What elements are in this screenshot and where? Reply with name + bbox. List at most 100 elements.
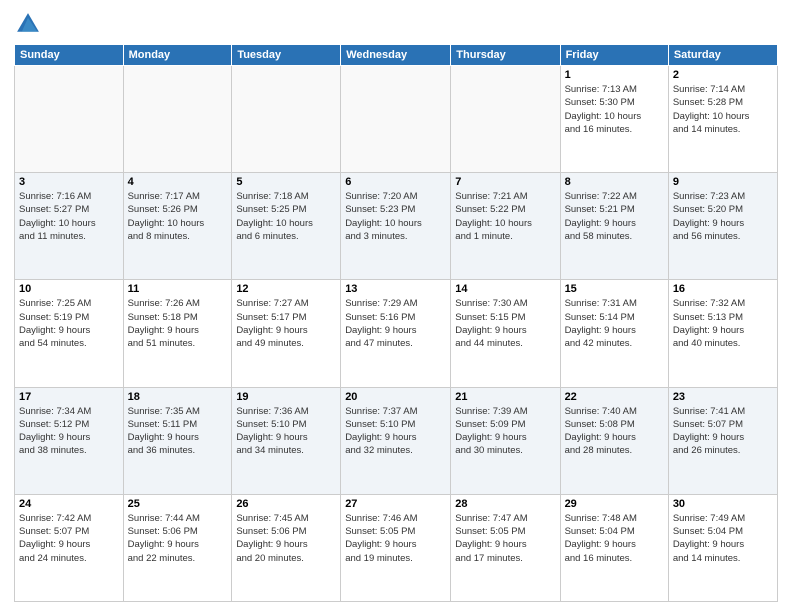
weekday-header: Friday (560, 45, 668, 66)
day-number: 11 (128, 283, 228, 295)
day-number: 24 (19, 498, 119, 510)
day-number: 17 (19, 391, 119, 403)
day-info: Sunrise: 7:45 AM Sunset: 5:06 PM Dayligh… (236, 512, 336, 565)
day-number: 20 (345, 391, 446, 403)
day-number: 22 (565, 391, 664, 403)
day-number: 18 (128, 391, 228, 403)
day-info: Sunrise: 7:31 AM Sunset: 5:14 PM Dayligh… (565, 297, 664, 350)
calendar-cell: 29Sunrise: 7:48 AM Sunset: 5:04 PM Dayli… (560, 494, 668, 601)
day-info: Sunrise: 7:14 AM Sunset: 5:28 PM Dayligh… (673, 83, 773, 136)
day-info: Sunrise: 7:21 AM Sunset: 5:22 PM Dayligh… (455, 190, 555, 243)
calendar-cell: 9 Sunrise: 7:23 AM Sunset: 5:20 PM Daylig… (668, 173, 777, 280)
day-info: Sunrise: 7:40 AM Sunset: 5:08 PM Dayligh… (565, 405, 664, 458)
calendar-cell: 14 Sunrise: 7:30 AM Sunset: 5:15 PM Dayli… (451, 280, 560, 387)
day-info: Sunrise: 7:18 AM Sunset: 5:25 PM Dayligh… (236, 190, 336, 243)
calendar-cell: 30 Sunrise: 7:49 AM Sunset: 5:04 PM Dayli… (668, 494, 777, 601)
day-number: 13 (345, 283, 446, 295)
day-number: 2 (673, 69, 773, 81)
weekday-header: Saturday (668, 45, 777, 66)
logo (14, 10, 46, 38)
day-info: Sunrise: 7:25 AM Sunset: 5:19 PM Dayligh… (19, 297, 119, 350)
day-info: Sunrise: 7:20 AM Sunset: 5:23 PM Dayligh… (345, 190, 446, 243)
day-info: Sunrise: 7:37 AM Sunset: 5:10 PM Dayligh… (345, 405, 446, 458)
day-number: 6 (345, 176, 446, 188)
day-number: 4 (128, 176, 228, 188)
day-info: Sunrise: 7:35 AM Sunset: 5:11 PM Dayligh… (128, 405, 228, 458)
day-number: 14 (455, 283, 555, 295)
day-info: Sunrise: 7:17 AM Sunset: 5:26 PM Dayligh… (128, 190, 228, 243)
day-info: Sunrise: 7:41 AM Sunset: 5:07 PM Dayligh… (673, 405, 773, 458)
day-number: 10 (19, 283, 119, 295)
day-number: 15 (565, 283, 664, 295)
calendar-cell: 27Sunrise: 7:46 AM Sunset: 5:05 PM Dayli… (341, 494, 451, 601)
day-number: 21 (455, 391, 555, 403)
calendar-cell: 28 Sunrise: 7:47 AM Sunset: 5:05 PM Dayli… (451, 494, 560, 601)
calendar-cell: 21 Sunrise: 7:39 AM Sunset: 5:09 PM Dayli… (451, 387, 560, 494)
calendar-table: SundayMondayTuesdayWednesdayThursdayFrid… (14, 44, 778, 602)
day-number: 28 (455, 498, 555, 510)
day-info: Sunrise: 7:46 AM Sunset: 5:05 PM Dayligh… (345, 512, 446, 565)
calendar-body: 1 Sunrise: 7:13 AM Sunset: 5:30 PM Daylig… (15, 66, 778, 602)
day-info: Sunrise: 7:44 AM Sunset: 5:06 PM Dayligh… (128, 512, 228, 565)
calendar-cell: 16 Sunrise: 7:32 AM Sunset: 5:13 PM Dayli… (668, 280, 777, 387)
header (14, 10, 778, 38)
day-info: Sunrise: 7:49 AM Sunset: 5:04 PM Dayligh… (673, 512, 773, 565)
day-number: 25 (128, 498, 228, 510)
day-number: 16 (673, 283, 773, 295)
calendar-week-row: 3 Sunrise: 7:16 AM Sunset: 5:27 PM Daylig… (15, 173, 778, 280)
day-number: 30 (673, 498, 773, 510)
day-number: 1 (565, 69, 664, 81)
page: SundayMondayTuesdayWednesdayThursdayFrid… (0, 0, 792, 612)
calendar-cell (341, 66, 451, 173)
day-info: Sunrise: 7:16 AM Sunset: 5:27 PM Dayligh… (19, 190, 119, 243)
day-info: Sunrise: 7:32 AM Sunset: 5:13 PM Dayligh… (673, 297, 773, 350)
calendar-cell: 3 Sunrise: 7:16 AM Sunset: 5:27 PM Daylig… (15, 173, 124, 280)
day-info: Sunrise: 7:22 AM Sunset: 5:21 PM Dayligh… (565, 190, 664, 243)
calendar-cell: 20 Sunrise: 7:37 AM Sunset: 5:10 PM Dayli… (341, 387, 451, 494)
day-info: Sunrise: 7:47 AM Sunset: 5:05 PM Dayligh… (455, 512, 555, 565)
day-number: 29 (565, 498, 664, 510)
calendar-cell: 13 Sunrise: 7:29 AM Sunset: 5:16 PM Dayli… (341, 280, 451, 387)
calendar-week-row: 1 Sunrise: 7:13 AM Sunset: 5:30 PM Daylig… (15, 66, 778, 173)
calendar-cell: 6 Sunrise: 7:20 AM Sunset: 5:23 PM Daylig… (341, 173, 451, 280)
calendar-cell: 26 Sunrise: 7:45 AM Sunset: 5:06 PM Dayli… (232, 494, 341, 601)
day-info: Sunrise: 7:34 AM Sunset: 5:12 PM Dayligh… (19, 405, 119, 458)
calendar-cell: 15 Sunrise: 7:31 AM Sunset: 5:14 PM Dayli… (560, 280, 668, 387)
calendar-week-row: 17 Sunrise: 7:34 AM Sunset: 5:12 PM Dayli… (15, 387, 778, 494)
day-info: Sunrise: 7:36 AM Sunset: 5:10 PM Dayligh… (236, 405, 336, 458)
day-number: 5 (236, 176, 336, 188)
logo-icon (14, 10, 42, 38)
day-info: Sunrise: 7:30 AM Sunset: 5:15 PM Dayligh… (455, 297, 555, 350)
day-info: Sunrise: 7:29 AM Sunset: 5:16 PM Dayligh… (345, 297, 446, 350)
calendar-cell: 11Sunrise: 7:26 AM Sunset: 5:18 PM Dayli… (123, 280, 232, 387)
day-info: Sunrise: 7:23 AM Sunset: 5:20 PM Dayligh… (673, 190, 773, 243)
day-number: 19 (236, 391, 336, 403)
calendar-header-row: SundayMondayTuesdayWednesdayThursdayFrid… (15, 45, 778, 66)
calendar-cell: 18 Sunrise: 7:35 AM Sunset: 5:11 PM Dayli… (123, 387, 232, 494)
day-info: Sunrise: 7:27 AM Sunset: 5:17 PM Dayligh… (236, 297, 336, 350)
day-info: Sunrise: 7:42 AM Sunset: 5:07 PM Dayligh… (19, 512, 119, 565)
day-number: 8 (565, 176, 664, 188)
calendar-cell: 19 Sunrise: 7:36 AM Sunset: 5:10 PM Dayli… (232, 387, 341, 494)
calendar-cell: 12Sunrise: 7:27 AM Sunset: 5:17 PM Dayli… (232, 280, 341, 387)
calendar-cell (232, 66, 341, 173)
weekday-header: Tuesday (232, 45, 341, 66)
day-number: 3 (19, 176, 119, 188)
calendar-cell: 4 Sunrise: 7:17 AM Sunset: 5:26 PM Daylig… (123, 173, 232, 280)
weekday-header: Sunday (15, 45, 124, 66)
calendar-cell: 25 Sunrise: 7:44 AM Sunset: 5:06 PM Dayli… (123, 494, 232, 601)
day-number: 7 (455, 176, 555, 188)
calendar-cell: 17 Sunrise: 7:34 AM Sunset: 5:12 PM Dayli… (15, 387, 124, 494)
weekday-header: Wednesday (341, 45, 451, 66)
calendar-cell (451, 66, 560, 173)
day-info: Sunrise: 7:39 AM Sunset: 5:09 PM Dayligh… (455, 405, 555, 458)
weekday-header: Monday (123, 45, 232, 66)
calendar-week-row: 10 Sunrise: 7:25 AM Sunset: 5:19 PM Dayli… (15, 280, 778, 387)
calendar-cell: 8 Sunrise: 7:22 AM Sunset: 5:21 PM Daylig… (560, 173, 668, 280)
day-number: 26 (236, 498, 336, 510)
calendar-cell: 10 Sunrise: 7:25 AM Sunset: 5:19 PM Dayli… (15, 280, 124, 387)
day-number: 9 (673, 176, 773, 188)
day-info: Sunrise: 7:13 AM Sunset: 5:30 PM Dayligh… (565, 83, 664, 136)
calendar-cell: 2 Sunrise: 7:14 AM Sunset: 5:28 PM Daylig… (668, 66, 777, 173)
day-number: 23 (673, 391, 773, 403)
